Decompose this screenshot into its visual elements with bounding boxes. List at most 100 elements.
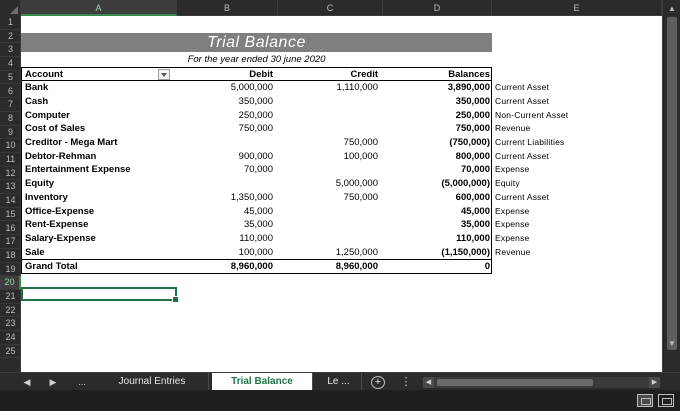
credit-cell[interactable] (278, 218, 378, 232)
balance-cell[interactable]: 45,000 (383, 205, 490, 219)
type-cell[interactable]: Revenue (495, 122, 655, 136)
row-header-6[interactable]: 6 (0, 85, 21, 99)
scroll-left-icon[interactable]: ◀ (423, 377, 434, 388)
header-credit[interactable]: Credit (278, 68, 378, 82)
account-cell[interactable]: Creditor - Mega Mart (25, 136, 175, 150)
row-header-1[interactable]: 1 (0, 16, 21, 30)
debit-cell[interactable]: 1,350,000 (177, 191, 273, 205)
triangle-right-icon[interactable]: ▶ (46, 373, 60, 391)
balance-cell[interactable]: 35,000 (383, 218, 490, 232)
header-debit[interactable]: Debit (177, 68, 273, 82)
sheet-subtitle[interactable]: For the year ended 30 june 2020 (21, 53, 492, 66)
horizontal-scroll-thumb[interactable] (437, 379, 593, 386)
type-cell[interactable]: Expense (495, 163, 655, 177)
header-balances[interactable]: Balances (383, 68, 490, 82)
row-header-15[interactable]: 15 (0, 208, 21, 222)
tab-journal-entries[interactable]: Journal Entries (96, 373, 209, 391)
balance-cell[interactable]: 600,000 (383, 191, 490, 205)
debit-cell[interactable] (177, 136, 273, 150)
vertical-scrollbar[interactable]: ▲ ▼ (662, 0, 680, 372)
active-cell-a20[interactable] (21, 287, 179, 303)
row-header-8[interactable]: 8 (0, 112, 21, 126)
select-all-corner[interactable] (0, 0, 21, 16)
total-credit[interactable]: 8,960,000 (278, 260, 378, 274)
row-header-4[interactable]: 4 (0, 57, 21, 71)
debit-cell[interactable]: 350,000 (177, 95, 273, 109)
sheet-options-icon[interactable]: ⋮ (400, 373, 412, 391)
column-header-b[interactable]: B (177, 0, 278, 16)
tab-ledger-truncated[interactable]: Le ... (316, 373, 362, 391)
credit-cell[interactable] (278, 232, 378, 246)
type-cell[interactable]: Revenue (495, 246, 655, 260)
row-header-25[interactable]: 25 (0, 345, 21, 359)
account-cell[interactable]: Computer (25, 109, 175, 123)
filter-dropdown-icon[interactable] (158, 68, 170, 80)
debit-cell[interactable]: 5,000,000 (177, 81, 273, 95)
row-header-18[interactable]: 18 (0, 249, 21, 263)
scroll-down-icon[interactable]: ▼ (666, 338, 678, 350)
account-cell[interactable]: Entertainment Expense (25, 163, 175, 177)
balance-cell[interactable]: 70,000 (383, 163, 490, 177)
debit-cell[interactable]: 100,000 (177, 246, 273, 260)
credit-cell[interactable] (278, 205, 378, 219)
account-cell[interactable]: Equity (25, 177, 175, 191)
credit-cell[interactable]: 750,000 (278, 191, 378, 205)
debit-cell[interactable]: 750,000 (177, 122, 273, 136)
column-header-c[interactable]: C (278, 0, 383, 16)
account-cell[interactable]: Cash (25, 95, 175, 109)
row-header-20[interactable]: 20 (0, 276, 21, 290)
balance-cell[interactable]: (1,150,000) (383, 246, 490, 260)
row-header-7[interactable]: 7 (0, 98, 21, 112)
page-layout-view-icon[interactable] (658, 394, 674, 407)
type-cell[interactable]: Equity (495, 177, 655, 191)
type-cell[interactable]: Current Liabilities (495, 136, 655, 150)
row-header-19[interactable]: 19 (0, 263, 21, 277)
account-cell[interactable]: Sale (25, 246, 175, 260)
debit-cell[interactable]: 900,000 (177, 150, 273, 164)
debit-cell[interactable]: 110,000 (177, 232, 273, 246)
triangle-left-icon[interactable]: ◀ (20, 373, 34, 391)
balance-cell[interactable]: 750,000 (383, 122, 490, 136)
total-balance[interactable]: 0 (383, 260, 490, 274)
vertical-scroll-thumb[interactable] (667, 17, 677, 350)
credit-cell[interactable]: 1,250,000 (278, 246, 378, 260)
add-sheet-icon[interactable]: + (371, 376, 385, 389)
column-header-e[interactable]: E (492, 0, 662, 16)
row-header-16[interactable]: 16 (0, 222, 21, 236)
credit-cell[interactable] (278, 122, 378, 136)
row-header-21[interactable]: 21 (0, 290, 21, 304)
total-label[interactable]: Grand Total (25, 260, 175, 274)
balance-cell[interactable]: 800,000 (383, 150, 490, 164)
account-cell[interactable]: Debtor-Rehman (25, 150, 175, 164)
debit-cell[interactable]: 70,000 (177, 163, 273, 177)
more-sheets-left[interactable]: ... (72, 373, 92, 391)
balance-cell[interactable]: (5,000,000) (383, 177, 490, 191)
balance-cell[interactable]: 350,000 (383, 95, 490, 109)
debit-cell[interactable]: 45,000 (177, 205, 273, 219)
row-header-5[interactable]: 5 (0, 71, 21, 85)
row-header-10[interactable]: 10 (0, 139, 21, 153)
debit-cell[interactable] (177, 177, 273, 191)
worksheet-grid[interactable]: Trial Balance For the year ended 30 june… (21, 16, 662, 372)
account-cell[interactable]: Inventory (25, 191, 175, 205)
type-cell[interactable]: Expense (495, 205, 655, 219)
type-cell[interactable]: Non-Current Asset (495, 109, 655, 123)
column-header-a[interactable]: A (21, 0, 177, 16)
horizontal-scrollbar[interactable]: ◀ ▶ (423, 377, 660, 388)
balance-cell[interactable]: (750,000) (383, 136, 490, 150)
account-cell[interactable]: Office-Expense (25, 205, 175, 219)
account-cell[interactable]: Salary-Expense (25, 232, 175, 246)
credit-cell[interactable]: 750,000 (278, 136, 378, 150)
balance-cell[interactable]: 110,000 (383, 232, 490, 246)
row-header-2[interactable]: 2 (0, 30, 21, 44)
credit-cell[interactable] (278, 95, 378, 109)
credit-cell[interactable]: 100,000 (278, 150, 378, 164)
type-cell[interactable]: Expense (495, 218, 655, 232)
row-header-17[interactable]: 17 (0, 235, 21, 249)
row-header-23[interactable]: 23 (0, 317, 21, 332)
account-cell[interactable]: Rent-Expense (25, 218, 175, 232)
account-cell[interactable]: Cost of Sales (25, 122, 175, 136)
type-cell[interactable]: Current Asset (495, 81, 655, 95)
balance-cell[interactable]: 3,890,000 (383, 81, 490, 95)
row-header-13[interactable]: 13 (0, 180, 21, 195)
